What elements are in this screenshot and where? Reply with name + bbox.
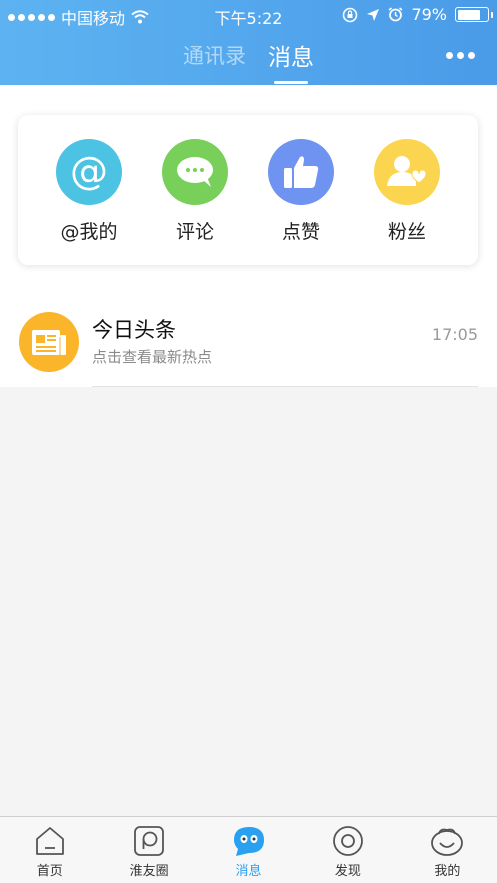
- comment-icon: [162, 139, 228, 205]
- nav-label: 首页: [36, 864, 63, 879]
- top-header: 中国移动 下午5:22 79% 通讯录 消息: [0, 0, 497, 85]
- message-icon: [232, 824, 266, 858]
- divider: [92, 386, 478, 387]
- nav-profile[interactable]: 我的: [398, 817, 497, 883]
- message-time: 17:05: [431, 325, 478, 344]
- nav-home[interactable]: 首页: [0, 817, 99, 883]
- category-label: 点赞: [281, 221, 320, 243]
- category-fans[interactable]: 粉丝: [367, 139, 447, 265]
- rotation-lock-icon: [343, 7, 358, 22]
- category-label: @我的: [60, 221, 118, 243]
- tab-messages[interactable]: 消息: [268, 38, 314, 82]
- nav-discover[interactable]: 发现: [298, 817, 397, 883]
- nav-label: 消息: [235, 864, 262, 879]
- thumbs-up-icon: [268, 139, 334, 205]
- home-icon: [33, 824, 67, 858]
- category-likes[interactable]: 点赞: [261, 139, 341, 265]
- category-mentions[interactable]: @ @我的: [49, 139, 129, 265]
- header-tabs: 通讯录 消息: [0, 40, 497, 84]
- list-item[interactable]: 今日头条 点击查看最新热点 17:05: [0, 311, 497, 387]
- category-comments[interactable]: 评论: [155, 139, 235, 265]
- circle-icon: [132, 824, 166, 858]
- at-icon: @: [56, 139, 122, 205]
- location-icon: [367, 8, 380, 21]
- discover-icon: [331, 824, 365, 858]
- newspaper-icon: [19, 312, 79, 372]
- profile-icon: [430, 824, 464, 858]
- status-bar: 中国移动 下午5:22 79%: [0, 0, 497, 30]
- battery-icon: [455, 7, 493, 22]
- battery-percent: 79%: [411, 5, 447, 24]
- alarm-icon: [388, 7, 403, 22]
- svg-text:@: @: [70, 150, 108, 193]
- tab-contacts[interactable]: 通讯录: [183, 40, 246, 84]
- bottom-nav: 首页 淮友圈 消息 发现 我的: [0, 816, 497, 883]
- nav-messages[interactable]: 消息: [199, 817, 298, 883]
- more-icon[interactable]: [446, 52, 475, 59]
- message-subtitle: 点击查看最新热点: [92, 348, 213, 366]
- category-card: @ @我的 评论 点赞 粉丝: [18, 115, 478, 265]
- message-title: 今日头条: [92, 318, 176, 342]
- fans-icon: [374, 139, 440, 205]
- category-label: 粉丝: [387, 221, 426, 243]
- category-label: 评论: [175, 221, 214, 243]
- nav-label: 淮友圈: [129, 864, 169, 879]
- nav-label: 发现: [334, 864, 361, 879]
- nav-label: 我的: [434, 864, 461, 879]
- message-content: @ @我的 评论 点赞 粉丝 今日头条 点击查看最新热点 17:05: [0, 85, 497, 387]
- nav-circle[interactable]: 淮友圈: [99, 817, 198, 883]
